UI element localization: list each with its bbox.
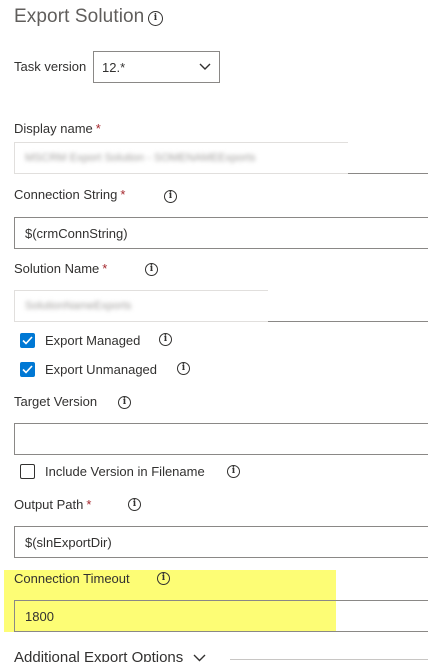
display-name-label: Display name * <box>14 121 101 136</box>
checkmark-icon <box>22 336 33 345</box>
required-mark: * <box>95 121 101 136</box>
field-underline <box>268 321 428 322</box>
info-icon[interactable]: i <box>128 498 141 511</box>
info-icon[interactable]: i <box>145 263 158 276</box>
solution-name-label: Solution Name * <box>14 261 108 276</box>
info-icon[interactable]: i <box>227 465 240 478</box>
additional-options-label: Additional Export Options <box>14 649 184 662</box>
additional-options-header[interactable]: Additional Export Options <box>14 649 206 662</box>
required-mark: * <box>86 497 92 512</box>
info-icon[interactable]: i <box>164 190 177 203</box>
checkmark-icon <box>22 365 33 374</box>
connection-timeout-input[interactable]: 1800 <box>14 600 428 632</box>
required-mark: * <box>120 187 126 202</box>
export-managed-label: Export Managed <box>45 333 141 348</box>
chevron-down-icon <box>193 654 206 662</box>
task-version-dropdown[interactable]: 12.* <box>93 51 220 83</box>
output-path-value: $(slnExportDir) <box>25 534 112 550</box>
task-settings-panel: Export Solution i Task version 12.* Disp… <box>0 0 428 662</box>
solution-name-input[interactable]: SolutionNameExports <box>14 290 268 322</box>
connection-string-label: Connection String * <box>14 187 126 202</box>
section-divider <box>230 659 428 660</box>
info-icon[interactable]: i <box>118 396 131 409</box>
include-version-checkbox[interactable] <box>20 464 35 479</box>
info-icon[interactable]: i <box>148 11 163 26</box>
info-icon[interactable]: i <box>159 333 172 346</box>
target-version-label: Target Version <box>14 394 98 409</box>
target-version-input[interactable] <box>14 423 428 455</box>
export-unmanaged-checkbox[interactable] <box>20 362 35 377</box>
include-version-label: Include Version in Filename <box>45 464 205 479</box>
export-unmanaged-label: Export Unmanaged <box>45 362 158 377</box>
connection-string-input[interactable]: $(crmConnString) <box>14 217 428 249</box>
display-name-input[interactable]: MSCRM Export Solution - SOMENAMEExports <box>14 142 348 174</box>
display-name-value: MSCRM Export Solution - SOMENAMEExports <box>25 152 256 164</box>
required-mark: * <box>102 261 108 276</box>
export-managed-checkbox[interactable] <box>20 333 35 348</box>
info-icon[interactable]: i <box>177 362 190 375</box>
connection-string-value: $(crmConnString) <box>25 225 128 241</box>
chevron-down-icon <box>199 63 211 70</box>
task-version-label: Task version <box>14 59 87 74</box>
connection-timeout-label: Connection Timeout <box>14 571 130 586</box>
info-icon[interactable]: i <box>157 572 170 585</box>
connection-timeout-value: 1800 <box>25 608 54 624</box>
output-path-label: Output Path * <box>14 497 92 512</box>
field-underline <box>348 173 428 174</box>
task-version-value: 12.* <box>102 59 126 75</box>
section-title: Export Solution <box>14 6 145 27</box>
solution-name-value: SolutionNameExports <box>25 300 132 312</box>
output-path-input[interactable]: $(slnExportDir) <box>14 526 428 558</box>
